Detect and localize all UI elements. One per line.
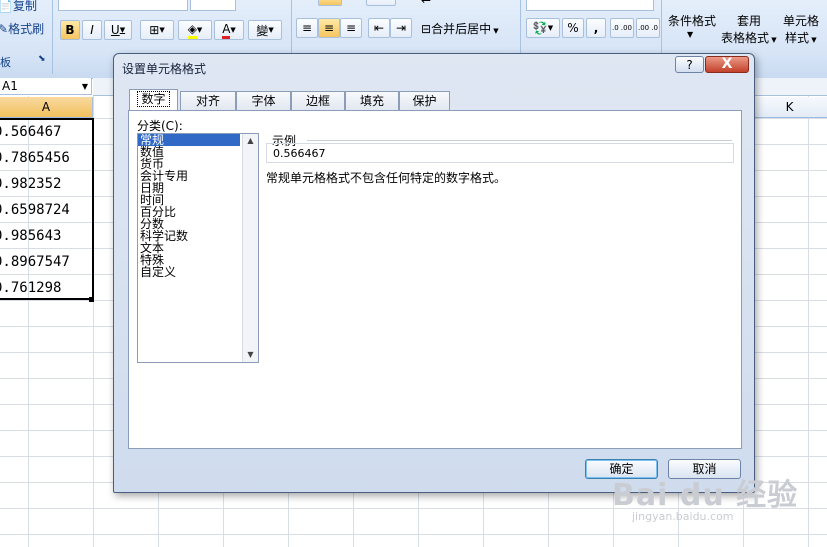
cell-style-button[interactable]: 样式 ▼ — [785, 29, 817, 46]
italic-button[interactable]: I — [82, 20, 102, 40]
indent-increase-icon: ⇥ — [395, 21, 407, 35]
column-header-a[interactable]: A — [0, 97, 93, 118]
conditional-format-button[interactable]: 条件格式 — [668, 12, 716, 29]
cell-a7[interactable]: 0.761298 — [0, 275, 93, 301]
cell-a2[interactable]: 0.7865456 — [0, 145, 93, 171]
underline-button[interactable]: U ▼ — [104, 20, 132, 40]
sample-preview: 0.566467 — [266, 143, 734, 163]
border-button[interactable]: ⊞ ▼ — [140, 20, 174, 40]
help-button[interactable]: ? — [675, 56, 704, 73]
align-right-button[interactable]: ≡ — [340, 18, 362, 38]
format-painter-button[interactable]: ✎格式刷 — [0, 20, 44, 37]
cell-a5[interactable]: 0.985643 — [0, 223, 93, 249]
baidu-watermark: Bai du 经验 jingyan.baidu.com — [612, 470, 799, 523]
sample-divider — [307, 140, 732, 141]
border-grid-icon: ⊞ — [149, 23, 160, 37]
increase-decimal-button[interactable]: .0 .00 — [610, 18, 634, 38]
align-left-icon: ≡ — [301, 21, 313, 35]
name-box[interactable]: A1 ▼ — [0, 78, 92, 95]
format-description: 常规单元格格式不包含任何特定的数字格式。 — [266, 171, 507, 185]
font-color-button[interactable]: A ▼ — [214, 20, 244, 40]
paint-bucket-icon: ◈ — [187, 22, 197, 39]
dialog-title: 设置单元格格式 — [122, 62, 207, 76]
column-a-cells: 0.566467 0.7865456 0.982352 0.6598724 0.… — [0, 119, 93, 301]
indent-decrease-icon: ⇤ — [373, 21, 385, 35]
paintbrush-icon: ✎ — [0, 22, 9, 36]
clipboard-group-label: 板 — [0, 56, 11, 69]
category-list[interactable]: 常规 数值 货币 会计专用 日期 时间 百分比 分数 科学记数 文本 特殊 自定… — [137, 133, 259, 363]
chevron-down-icon: ▼ — [119, 26, 126, 34]
fill-color-button[interactable]: ◈ ▼ — [178, 20, 212, 40]
merge-center-button[interactable]: ⊟合并后居中 ▼ — [421, 20, 499, 37]
number-tab-panel: 分类(C): 常规 数值 货币 会计专用 日期 时间 百分比 分数 科学记数 文… — [128, 110, 742, 449]
align-left-button[interactable]: ≡ — [296, 18, 318, 38]
cell-a6[interactable]: 0.8967547 — [0, 249, 93, 275]
tab-protection[interactable]: 保护 — [399, 91, 450, 110]
chevron-down-icon: ▼ — [809, 36, 817, 44]
chevron-down-icon: ▼ — [491, 27, 499, 35]
percent-button[interactable]: % — [562, 18, 584, 38]
scroll-down-icon[interactable]: ▼ — [243, 348, 258, 362]
clipboard-launcher-icon[interactable]: ⬊ — [38, 54, 46, 64]
wrap-text-button[interactable]: ⇌ — [421, 0, 431, 6]
format-cells-dialog: 设置单元格格式 ? X 数字 对齐 字体 边框 填充 保护 分类(C): 常规 … — [113, 53, 755, 493]
category-label: 分类(C): — [137, 119, 183, 133]
tab-border[interactable]: 边框 — [291, 91, 345, 110]
cell-a3[interactable]: 0.982352 — [0, 171, 93, 197]
increase-indent-button[interactable]: ⇥ — [390, 18, 412, 38]
middle-align-button[interactable] — [318, 0, 342, 6]
chevron-down-icon: ▼ — [268, 26, 274, 34]
chevron-down-icon: ▼ — [769, 36, 777, 44]
column-header-k[interactable]: K — [752, 97, 827, 118]
number-format-combo[interactable] — [526, 0, 654, 11]
cell-a1[interactable]: 0.566467 — [0, 119, 93, 145]
chevron-down-icon: ▼ — [230, 26, 236, 34]
category-custom[interactable]: 自定义 — [138, 266, 240, 278]
chevron-down-icon: ▼ — [547, 24, 554, 32]
wrap-text-icon: ⇌ — [421, 0, 431, 6]
comma-button[interactable]: , — [586, 18, 606, 38]
copy-button[interactable]: 📄复制 — [0, 0, 37, 14]
tab-number[interactable]: 数字 — [129, 89, 178, 110]
align-right-icon: ≡ — [345, 21, 357, 35]
cell-style-line1[interactable]: 单元格 — [783, 12, 819, 29]
scroll-up-icon[interactable]: ▲ — [243, 134, 258, 148]
table-format-line1[interactable]: 套用 — [737, 12, 761, 29]
decrease-indent-button[interactable]: ⇤ — [368, 18, 390, 38]
phonetic-button[interactable]: 變 ▼ — [248, 20, 282, 40]
chevron-down-icon[interactable]: ▼ — [82, 78, 88, 95]
accounting-format-button[interactable]: 💱 ▼ — [526, 18, 560, 38]
table-format-button[interactable]: 表格格式 ▼ — [721, 29, 777, 46]
chevron-down-icon: ▼ — [687, 30, 694, 39]
baidu-logo: Bai du 经验 — [612, 478, 799, 513]
font-name-combo[interactable] — [58, 0, 188, 11]
tab-fill[interactable]: 填充 — [345, 91, 399, 110]
tab-font[interactable]: 字体 — [236, 91, 291, 110]
tab-alignment[interactable]: 对齐 — [180, 91, 236, 110]
watermark-url: jingyan.baidu.com — [632, 510, 734, 523]
close-icon: X — [721, 56, 733, 72]
close-button[interactable]: X — [705, 56, 749, 73]
merge-cells-icon: ⊟ — [421, 22, 432, 36]
fill-handle[interactable] — [89, 297, 94, 302]
align-center-icon: ≡ — [323, 21, 335, 35]
group-divider — [52, 0, 53, 74]
chevron-down-icon: ▼ — [196, 26, 203, 34]
currency-icon: 💱 — [532, 21, 548, 35]
bold-button[interactable]: B — [60, 20, 80, 40]
chevron-down-icon: ▼ — [159, 26, 165, 34]
font-size-combo[interactable] — [190, 0, 236, 11]
cell-a4[interactable]: 0.6598724 — [0, 197, 93, 223]
decrease-decimal-button[interactable]: .00 .0 — [636, 18, 660, 38]
copy-icon: 📄 — [0, 0, 13, 13]
align-center-button[interactable]: ≡ — [318, 18, 340, 38]
orientation-button[interactable] — [366, 0, 396, 6]
category-scrollbar[interactable]: ▲ ▼ — [242, 134, 258, 362]
